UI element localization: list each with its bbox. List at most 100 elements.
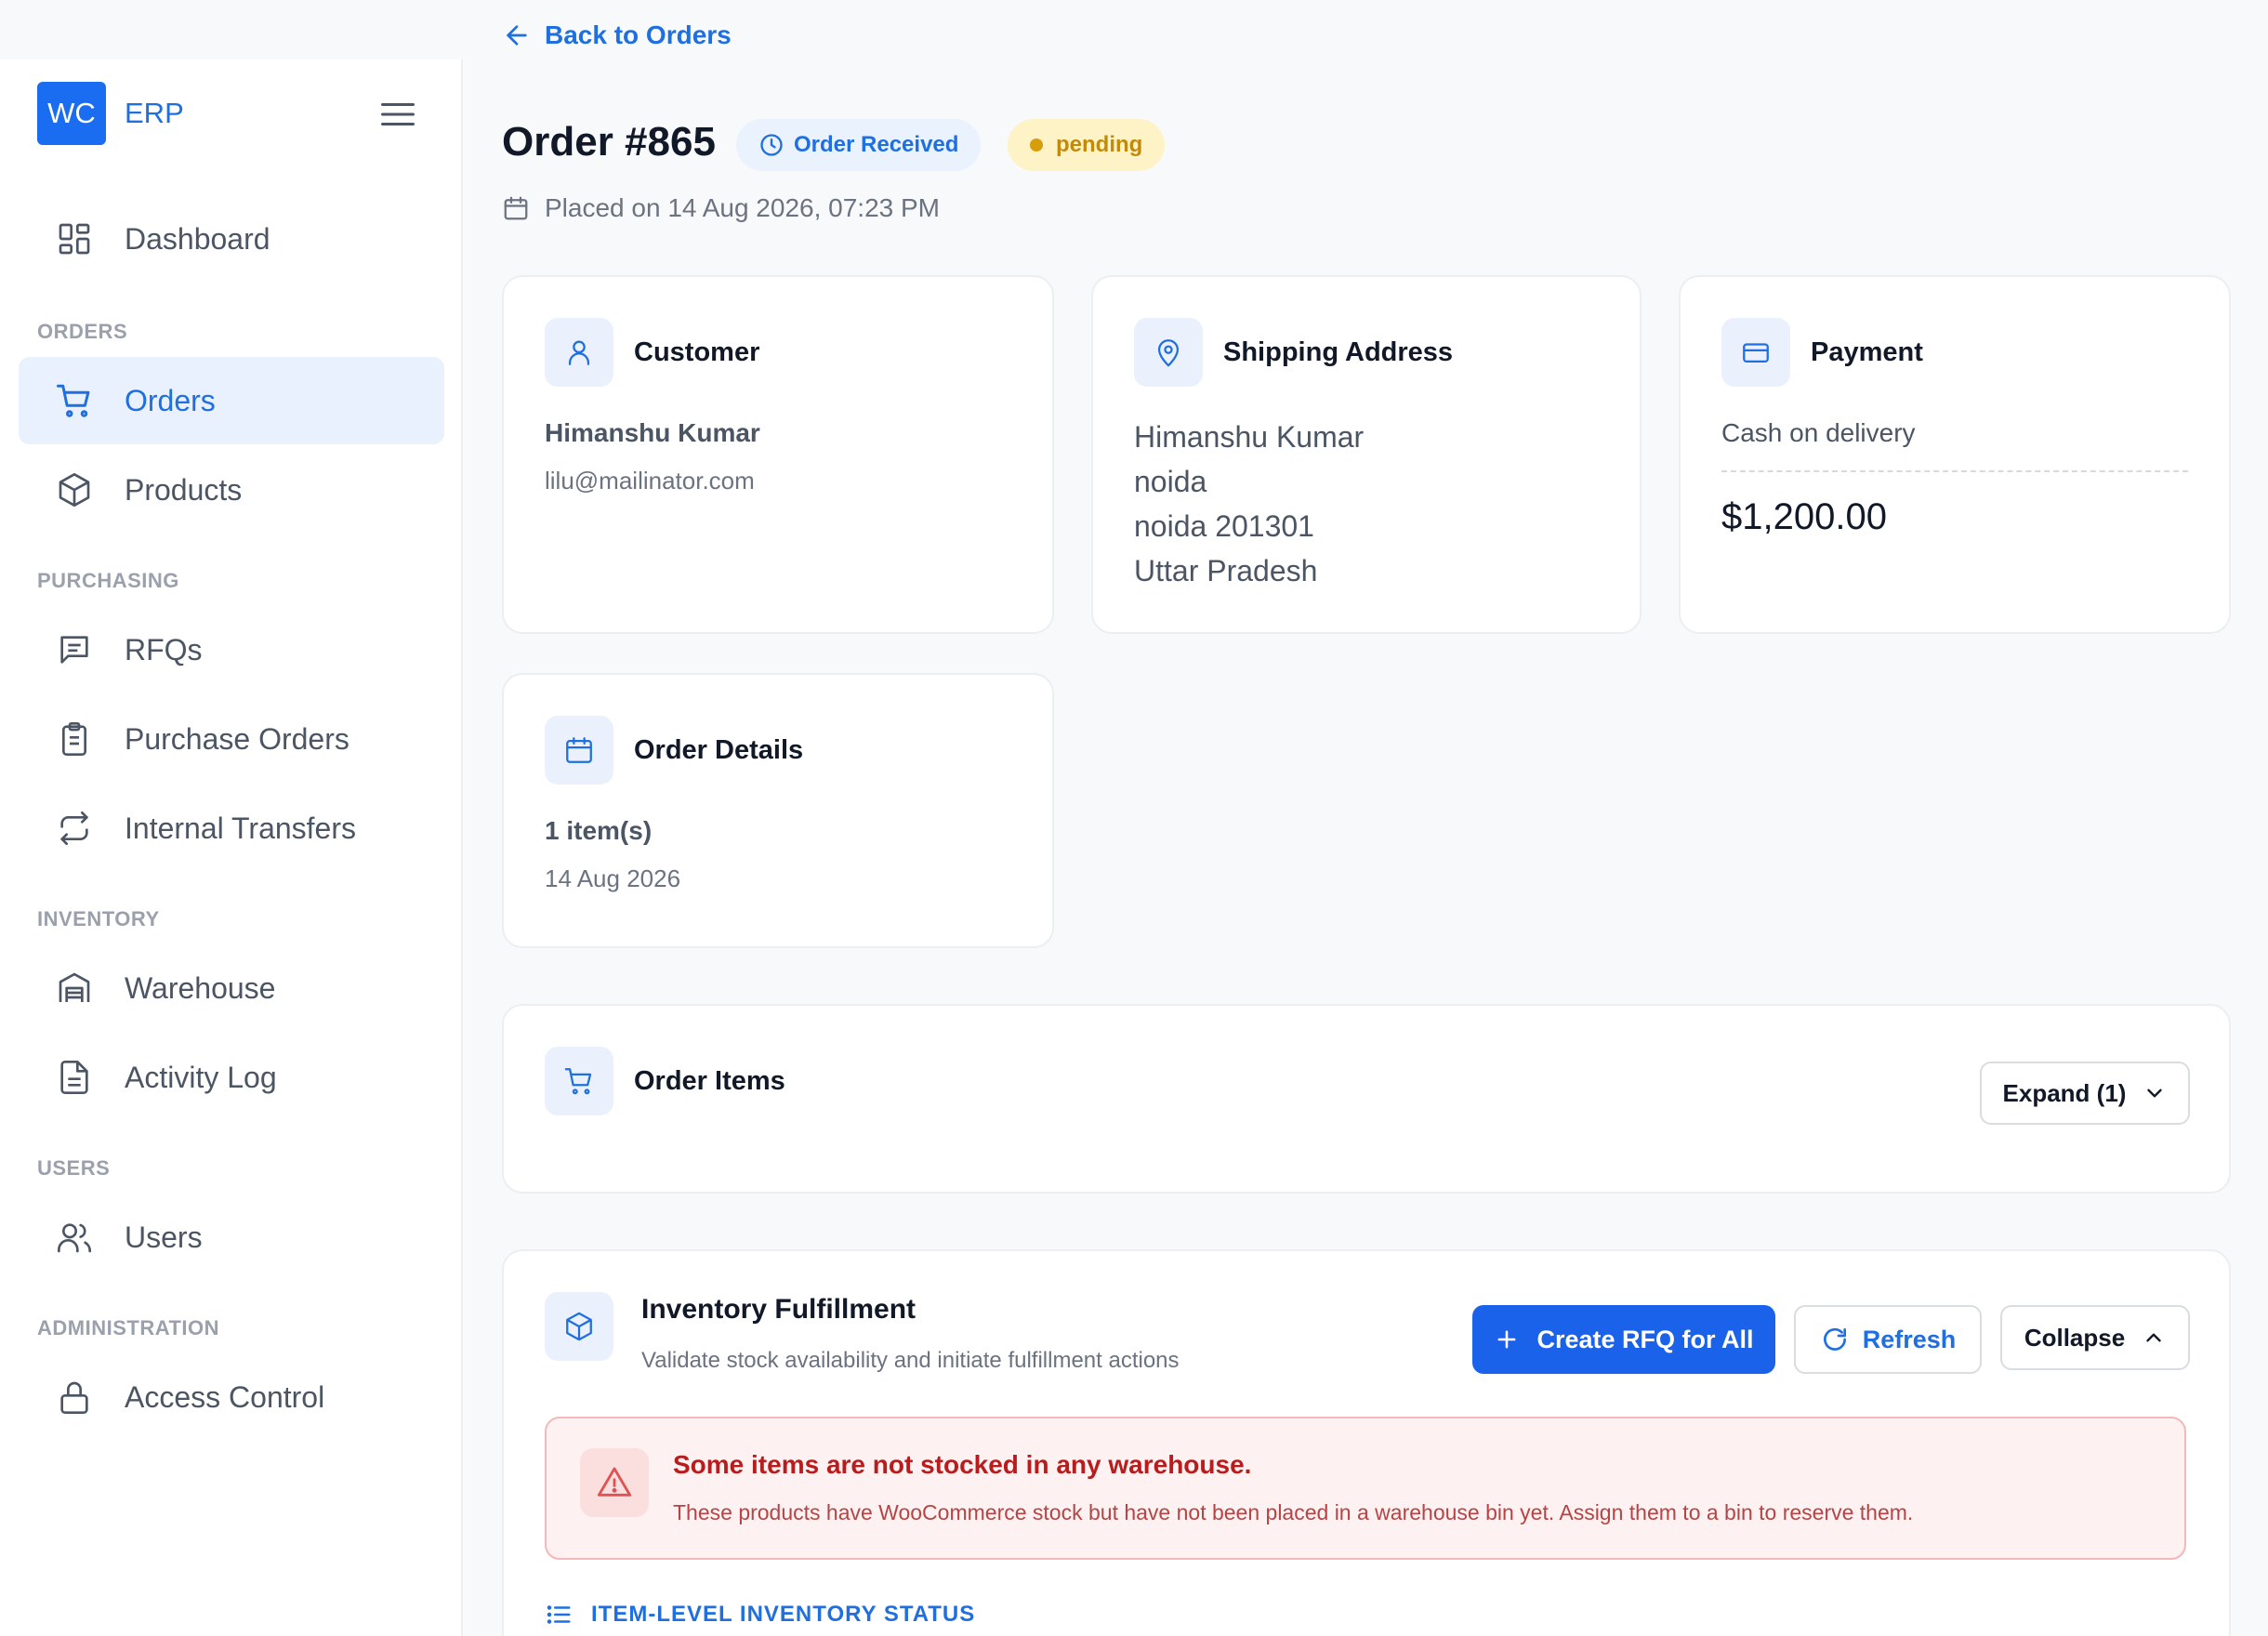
brand-name: ERP (125, 97, 184, 129)
sidebar-item-label: Dashboard (125, 221, 270, 256)
order-items-title: Order Items (634, 1065, 785, 1096)
order-status-label: Order Received (794, 132, 959, 157)
sidebar-item-access-control[interactable]: Access Control (19, 1353, 444, 1441)
users-icon (52, 1215, 97, 1260)
order-details-card: Order Details 1 item(s) 14 Aug 2026 (502, 673, 1054, 948)
box-icon (545, 1292, 613, 1361)
payment-method: Cash on delivery (1721, 418, 1916, 447)
sidebar-item-internal-transfers[interactable]: Internal Transfers (19, 785, 444, 872)
create-rfq-label: Create RFQ for All (1536, 1325, 1754, 1353)
section-administration: ADMINISTRATION (37, 1316, 220, 1339)
sidebar-item-users[interactable]: Users (19, 1194, 444, 1281)
placed-on-text: Placed on 14 Aug 2026, 07:23 PM (545, 193, 940, 222)
sidebar-item-dashboard[interactable]: Dashboard (19, 195, 444, 283)
sidebar-item-label: Products (125, 472, 243, 507)
sidebar-item-activity-log[interactable]: Activity Log (19, 1034, 444, 1121)
address-line: noida (1134, 465, 1207, 498)
clock-icon (758, 132, 785, 158)
sidebar: WC ERP Dashboard ORDERS Orders Products … (0, 59, 463, 1636)
clipboard-icon (52, 717, 97, 761)
order-details-title: Order Details (634, 734, 804, 765)
sidebar-item-label: Purchase Orders (125, 721, 349, 756)
box-icon (52, 468, 97, 512)
item-level-inventory-status-heading: ITEM-LEVEL INVENTORY STATUS (545, 1601, 975, 1629)
payment-status-badge: pending (1008, 119, 1166, 171)
order-items-card: Order Items Expand (1) (502, 1004, 2231, 1194)
message-icon (52, 627, 97, 672)
sidebar-item-label: Access Control (125, 1379, 325, 1414)
warehouse-icon (52, 966, 97, 1010)
payment-status-label: pending (1056, 132, 1143, 157)
calendar-icon (545, 716, 613, 785)
expand-label: Expand (1) (2002, 1078, 2127, 1107)
address-line: Uttar Pradesh (1134, 554, 1318, 587)
inventory-fulfillment-card: Inventory Fulfillment Validate stock ava… (502, 1249, 2231, 1636)
section-purchasing: PURCHASING (37, 569, 179, 592)
chevron-down-icon (2143, 1081, 2167, 1105)
transfer-arrows-icon (52, 806, 97, 851)
sidebar-item-label: Activity Log (125, 1060, 277, 1094)
refresh-icon (1820, 1325, 1850, 1354)
not-stocked-alert: Some items are not stocked in any wareho… (545, 1417, 2186, 1560)
refresh-label: Refresh (1862, 1325, 1957, 1353)
alert-title: Some items are not stocked in any wareho… (673, 1450, 1252, 1479)
expand-button[interactable]: Expand (1) (1980, 1062, 2190, 1125)
customer-title: Customer (634, 336, 760, 367)
fulfillment-title: Inventory Fulfillment (641, 1294, 916, 1325)
back-to-orders-label: Back to Orders (545, 20, 732, 49)
warning-triangle-icon (580, 1448, 649, 1517)
placed-on: Placed on 14 Aug 2026, 07:23 PM (502, 193, 940, 223)
hamburger-menu-icon[interactable] (377, 99, 418, 130)
shipping-address-card: Shipping Address Himanshu Kumar noida no… (1091, 275, 1642, 634)
divider (1721, 470, 2188, 472)
sidebar-item-label: Orders (125, 383, 216, 417)
chevron-up-icon (2142, 1326, 2166, 1350)
brand[interactable]: WC ERP (37, 82, 184, 145)
sidebar-item-label: Users (125, 1220, 203, 1254)
customer-name: Himanshu Kumar (545, 418, 760, 447)
sidebar-item-purchase-orders[interactable]: Purchase Orders (19, 695, 444, 783)
sidebar-item-rfqs[interactable]: RFQs (19, 606, 444, 693)
payment-card: Payment Cash on delivery $1,200.00 (1679, 275, 2231, 634)
user-icon (545, 318, 613, 387)
arrow-left-icon (502, 20, 532, 50)
sidebar-item-orders[interactable]: Orders (19, 357, 444, 444)
document-icon (52, 1055, 97, 1100)
collapse-label: Collapse (2024, 1323, 2126, 1352)
order-status-badge: Order Received (736, 119, 982, 171)
credit-card-icon (1721, 318, 1790, 387)
sidebar-item-label: Internal Transfers (125, 811, 356, 845)
map-pin-icon (1134, 318, 1203, 387)
cart-icon (545, 1047, 613, 1115)
calendar-icon (502, 194, 530, 222)
back-to-orders-link[interactable]: Back to Orders (502, 20, 732, 50)
order-items-count: 1 item(s) (545, 816, 653, 845)
sidebar-item-products[interactable]: Products (19, 446, 444, 534)
create-rfq-for-all-button[interactable]: Create RFQ for All (1472, 1305, 1775, 1374)
status-dot-icon (1030, 139, 1043, 152)
customer-email: lilu@mailinator.com (545, 467, 755, 495)
brand-logo: WC (37, 82, 106, 145)
section-inventory: INVENTORY (37, 907, 160, 930)
collapse-button[interactable]: Collapse (2000, 1305, 2190, 1370)
alert-text: These products have WooCommerce stock bu… (673, 1500, 1914, 1524)
plus-icon (1494, 1326, 1520, 1352)
list-icon (545, 1601, 573, 1629)
sidebar-item-label: RFQs (125, 632, 203, 666)
page-title: Order #865 (502, 119, 716, 165)
customer-card: Customer Himanshu Kumar lilu@mailinator.… (502, 275, 1054, 634)
order-date: 14 Aug 2026 (545, 864, 681, 892)
address-line: Himanshu Kumar (1134, 420, 1365, 454)
dashboard-icon (52, 217, 97, 261)
address-line: noida 201301 (1134, 509, 1314, 543)
section-orders: ORDERS (37, 320, 128, 343)
fulfillment-subtitle: Validate stock availability and initiate… (641, 1348, 1180, 1373)
item-level-label: ITEM-LEVEL INVENTORY STATUS (591, 1602, 976, 1627)
cart-icon (52, 378, 97, 423)
sidebar-item-warehouse[interactable]: Warehouse (19, 944, 444, 1032)
refresh-button[interactable]: Refresh (1794, 1305, 1982, 1374)
lock-icon (52, 1375, 97, 1419)
shipping-address-lines: Himanshu Kumar noida noida 201301 Uttar … (1134, 415, 1364, 593)
payment-amount: $1,200.00 (1721, 496, 1887, 537)
section-users: USERS (37, 1156, 111, 1180)
